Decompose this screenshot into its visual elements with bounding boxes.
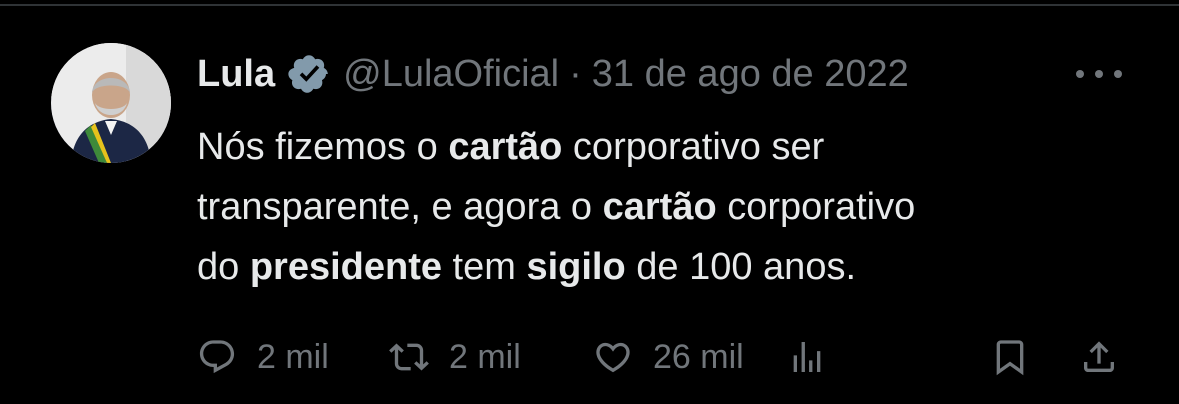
author-name[interactable]: Lula [197, 53, 275, 96]
tweet-date[interactable]: 31 de ago de 2022 [592, 53, 909, 96]
tweet-text-segment: Nós fizemos o [197, 126, 449, 168]
tweet-text-bold: cartão [448, 126, 563, 168]
avatar-image [51, 43, 171, 163]
bookmark-icon [990, 337, 1030, 377]
verified-badge-icon [287, 52, 331, 96]
tweet-text-bold: cartão [602, 186, 717, 228]
tweet-text-bold: sigilo [526, 246, 626, 288]
views-button[interactable] [787, 330, 827, 384]
tweet-text-segment: tem [442, 246, 527, 288]
tweet-actions: 2 mil 2 mil 26 mil [197, 330, 1132, 384]
retweet-button[interactable]: 2 mil [389, 330, 521, 384]
reply-count: 2 mil [257, 337, 329, 376]
tweet-header: Lula @LulaOficial · 31 de ago de 2022 [197, 48, 909, 100]
more-dot [1095, 70, 1103, 78]
tweet-text-bold: presidente [249, 246, 442, 288]
author-handle[interactable]: @LulaOficial [343, 53, 559, 96]
views-bar-chart-icon [787, 337, 827, 377]
more-dot [1076, 70, 1084, 78]
top-divider [0, 4, 1179, 6]
tweet-text-segment: de 100 anos. [625, 246, 857, 288]
reply-button[interactable]: 2 mil [197, 330, 329, 384]
more-dot [1114, 70, 1122, 78]
like-button[interactable]: 26 mil [593, 330, 744, 384]
bookmark-button[interactable] [990, 330, 1030, 384]
more-dots-icon[interactable] [1076, 62, 1122, 86]
reply-icon [197, 337, 237, 377]
retweet-count: 2 mil [449, 337, 521, 376]
like-count: 26 mil [653, 337, 744, 376]
share-button[interactable] [1079, 330, 1119, 384]
avatar[interactable] [51, 43, 171, 163]
header-separator: · [569, 52, 582, 95]
retweet-icon [389, 337, 429, 377]
share-icon [1079, 337, 1119, 377]
tweet-text: Nós fizemos o cartão corporativo ser tra… [197, 117, 1137, 297]
heart-icon [593, 337, 633, 377]
